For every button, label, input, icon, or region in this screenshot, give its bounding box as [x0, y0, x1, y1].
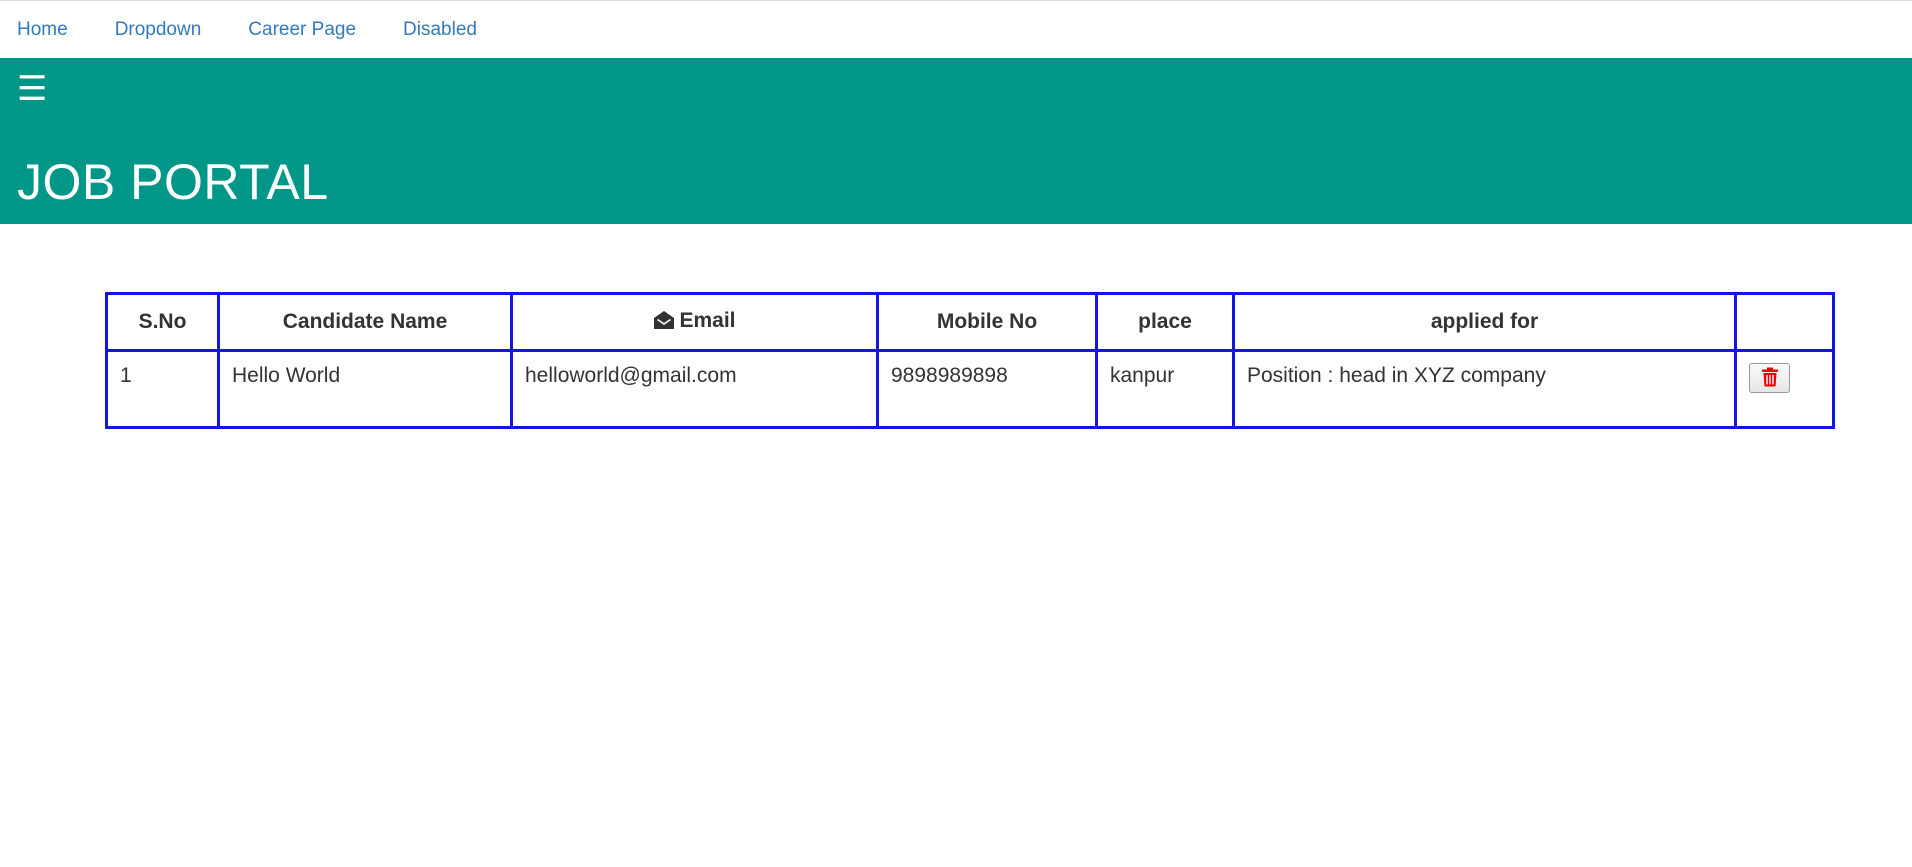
nav-link-disabled[interactable]: Disabled: [403, 19, 477, 41]
cell-email: helloworld@gmail.com: [510, 349, 879, 429]
cell-mobile-no: 9898989898: [876, 349, 1098, 429]
header-action: [1734, 292, 1835, 352]
delete-button[interactable]: [1749, 363, 1790, 393]
header-email-label: Email: [679, 308, 736, 332]
header-place: place: [1095, 292, 1235, 352]
hamburger-icon[interactable]: ☰: [17, 72, 47, 106]
table-row: 1 Hello World helloworld@gmail.com 98989…: [105, 349, 1835, 429]
cell-place: kanpur: [1095, 349, 1235, 429]
header-sno: S.No: [105, 292, 220, 352]
candidates-table-container: S.No Candidate Name Email Mobile No plac…: [105, 292, 1835, 429]
table-header-row: S.No Candidate Name Email Mobile No plac…: [105, 292, 1835, 352]
cell-action: [1734, 349, 1835, 429]
trash-icon: [1761, 367, 1779, 390]
header-email: Email: [510, 292, 879, 352]
candidates-table: S.No Candidate Name Email Mobile No plac…: [105, 292, 1835, 429]
header-applied-for: applied for: [1232, 292, 1737, 352]
cell-applied-for: Position : head in XYZ company: [1232, 349, 1737, 429]
header-mobile-no: Mobile No: [876, 292, 1098, 352]
nav-link-dropdown[interactable]: Dropdown: [115, 19, 202, 41]
envelope-open-icon: [653, 310, 675, 336]
nav-link-home[interactable]: Home: [17, 19, 68, 41]
top-navigation: Home Dropdown Career Page Disabled: [0, 0, 1912, 58]
nav-link-career-page[interactable]: Career Page: [248, 19, 356, 41]
header-banner: ☰ JOB PORTAL: [0, 58, 1912, 224]
cell-sno: 1: [105, 349, 220, 429]
cell-candidate-name: Hello World: [217, 349, 513, 429]
page-title: JOB PORTAL: [17, 154, 329, 210]
header-candidate-name: Candidate Name: [217, 292, 513, 352]
